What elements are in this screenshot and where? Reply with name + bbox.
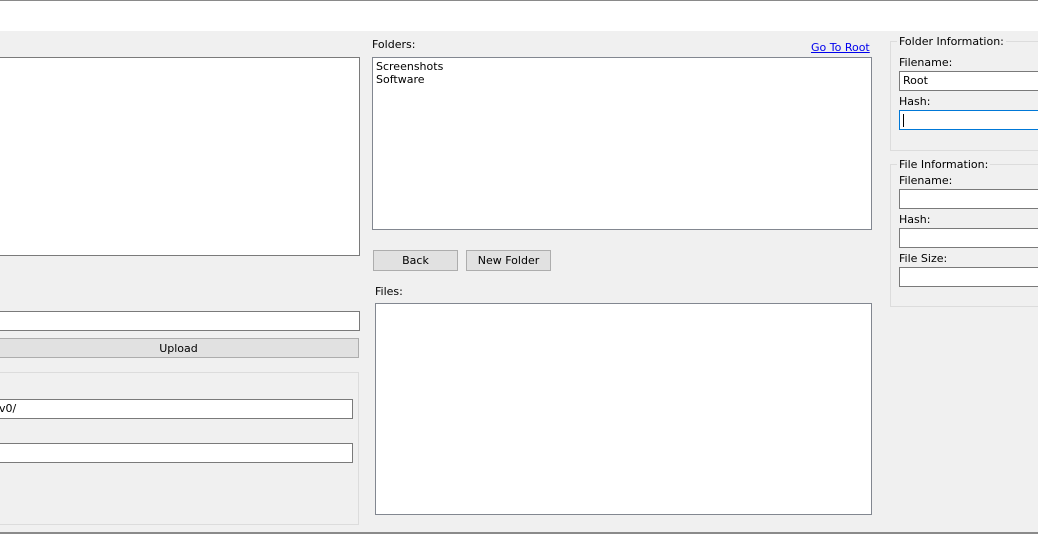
folder-info-title: Folder Information: — [897, 35, 1006, 48]
files-listbox[interactable] — [375, 303, 872, 515]
file-hash-label: Hash: — [899, 213, 931, 226]
file-size-field[interactable] — [899, 267, 1038, 287]
left-listbox[interactable] — [0, 57, 360, 256]
go-to-root-link[interactable]: Go To Root — [811, 41, 870, 54]
left-field-1[interactable]: v0/ — [0, 399, 353, 419]
text-caret — [903, 113, 904, 127]
file-filename-label: Filename: — [899, 174, 953, 187]
file-filename-field[interactable] — [899, 189, 1038, 209]
file-size-label: File Size: — [899, 252, 948, 265]
folder-list-item[interactable]: Screenshots — [376, 60, 868, 73]
folder-list-item[interactable]: Software — [376, 73, 868, 86]
folders-listbox[interactable]: Screenshots Software — [372, 57, 872, 230]
folder-filename-field[interactable]: Root — [899, 71, 1038, 91]
new-folder-button[interactable]: New Folder — [466, 250, 551, 271]
folder-hash-label: Hash: — [899, 95, 931, 108]
file-info-title: File Information: — [897, 158, 991, 171]
folder-filename-label: Filename: — [899, 56, 953, 69]
back-button[interactable]: Back — [373, 250, 458, 271]
folders-label: Folders: — [372, 38, 416, 51]
window-title-bar — [0, 0, 1038, 31]
files-label: Files: — [375, 285, 403, 298]
upload-path-input[interactable] — [0, 311, 360, 331]
folder-hash-field[interactable] — [899, 110, 1038, 130]
file-hash-field[interactable] — [899, 228, 1038, 248]
upload-button[interactable]: Upload — [0, 338, 359, 358]
left-field-2[interactable] — [0, 443, 353, 463]
